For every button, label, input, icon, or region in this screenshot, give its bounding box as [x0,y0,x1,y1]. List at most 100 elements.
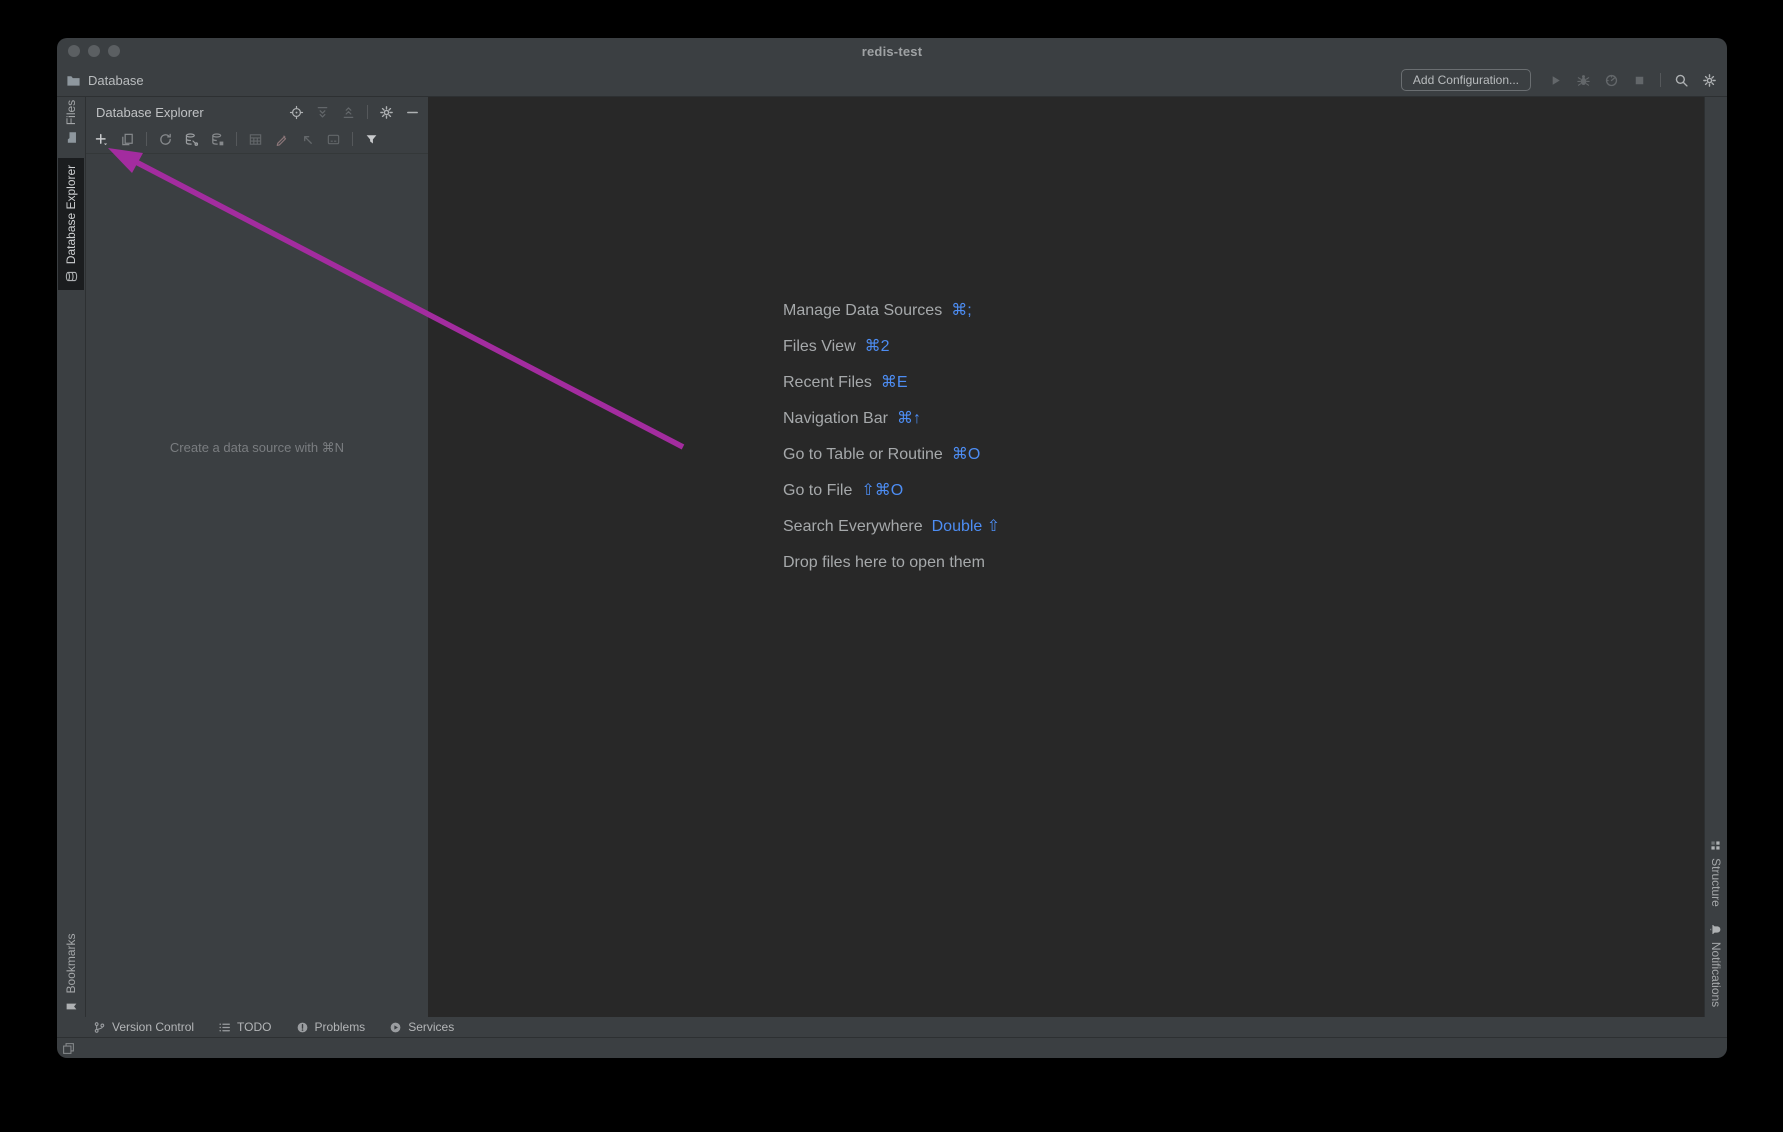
titlebar: redis-test [57,38,1727,64]
toolwindow-button-todo[interactable]: TODO [218,1020,271,1034]
refresh-icon[interactable] [158,132,173,147]
shortcut-hint-row: Navigation Bar ⌘↑ [783,401,1000,437]
breadcrumbs[interactable]: Database [66,73,144,88]
toolwindow-button-problems[interactable]: Problems [296,1020,366,1034]
stripe-tab-label: Bookmarks [64,933,78,993]
structure-icon [1710,839,1723,852]
stripe-tab-bookmarks[interactable]: Bookmarks [58,929,84,1017]
hide-panel-icon[interactable] [405,105,420,120]
toolwindow-button-label: Problems [315,1020,366,1034]
shortcut-label: Manage Data Sources [783,293,942,329]
shortcut-label: Navigation Bar [783,401,888,437]
data-source-properties-icon[interactable] [184,132,199,147]
toolwindow-button-label: Version Control [112,1020,194,1034]
main-area: Files Database Explorer Bookmarks [57,97,1727,1017]
shortcut-label: Go to Table or Routine [783,437,943,473]
shortcut-hints: Manage Data Sources ⌘; Files View ⌘2 Rec… [783,293,1000,581]
run-toolbar: Add Configuration... [1401,69,1717,91]
status-bar [57,1038,1727,1058]
shortcut-keys: ⌘E [881,365,908,401]
stripe-tab-structure[interactable]: Structure [1703,835,1727,911]
services-icon [389,1021,402,1034]
panel-toolbar [86,125,428,154]
shortcut-keys: Double ⇧ [932,509,1001,545]
shortcut-hint-row: Go to File ⇧⌘O [783,473,1000,509]
bottom-toolwindow-bar: Version Control TODO Proble [57,1017,1727,1038]
stripe-tab-label: Database Explorer [64,165,78,264]
shortcut-label: Go to File [783,473,852,509]
shortcut-hint-row: Go to Table or Routine ⌘O [783,437,1000,473]
toolwindow-button-version-control[interactable]: Version Control [93,1020,194,1034]
locate-icon[interactable] [289,105,304,120]
traffic-lights [68,38,120,64]
table-icon[interactable] [248,132,263,147]
console-icon[interactable] [326,132,341,147]
expand-all-icon[interactable] [315,105,330,120]
stripe-tab-database-explorer[interactable]: Database Explorer [58,158,84,290]
profiler-icon[interactable] [1604,73,1619,88]
shortcut-hint-row: Drop files here to open them [783,545,1000,581]
shortcut-keys: ⌘O [952,437,980,473]
toolwindow-button-services[interactable]: Services [389,1020,454,1034]
shortcut-label: Files View [783,329,856,365]
panel-title: Database Explorer [96,105,204,120]
toolbar-separator [146,132,147,146]
toolwindow-switcher-icon[interactable] [62,1042,75,1055]
add-configuration-button[interactable]: Add Configuration... [1401,69,1531,91]
toolbar-separator [236,132,237,146]
minimize-button[interactable] [88,45,100,57]
stripe-tab-label: Structure [1709,858,1723,907]
left-toolwindow-stripe: Files Database Explorer Bookmarks [57,97,86,1017]
empty-data-source-hint: Create a data source with ⌘N [86,440,428,456]
toolwindow-button-label: TODO [237,1020,271,1034]
ide-window: redis-test Database Add Configuration... [57,38,1727,1058]
shortcut-hint-row: Recent Files ⌘E [783,365,1000,401]
problems-icon [296,1021,309,1034]
stripe-tab-files[interactable]: Files [58,93,84,151]
new-data-source-icon[interactable] [94,132,109,147]
close-button[interactable] [68,45,80,57]
bookmark-icon [65,1000,78,1013]
edit-pencil-icon[interactable] [274,132,289,147]
database-explorer-panel: Database Explorer [86,97,428,1017]
stop-icon[interactable] [1632,73,1647,88]
toolbar-separator [1660,73,1661,87]
toolwindow-button-label: Services [408,1020,454,1034]
navigation-bar: Database Add Configuration... [57,64,1727,97]
shortcut-keys: ⌘↑ [897,401,921,437]
panel-header: Database Explorer [86,97,428,125]
todo-list-icon [218,1021,231,1034]
window-title: redis-test [57,44,1727,59]
right-toolwindow-stripe: Structure Notifications [1704,97,1727,1017]
git-branch-icon [93,1021,106,1034]
filter-funnel-icon[interactable] [364,132,379,147]
toolbar-separator [367,105,368,119]
shortcut-hint-row: Search Everywhere Double ⇧ [783,509,1000,545]
search-icon[interactable] [1674,73,1689,88]
shortcut-keys: ⇧⌘O [861,473,903,509]
shortcut-hint-row: Manage Data Sources ⌘; [783,293,1000,329]
bell-icon [1710,923,1723,936]
toolbar-separator [352,132,353,146]
debug-icon[interactable] [1576,73,1591,88]
database-icon [65,270,78,283]
settings-gear-icon[interactable] [1702,73,1717,88]
shortcut-label: Recent Files [783,365,872,401]
stripe-tab-notifications[interactable]: Notifications [1703,913,1727,1017]
shortcut-label: Drop files here to open them [783,545,985,581]
panel-settings-gear-icon[interactable] [379,105,394,120]
jump-to-console-icon[interactable] [300,132,315,147]
dump-data-source-icon[interactable] [210,132,225,147]
run-icon[interactable] [1548,73,1563,88]
panel-body: Create a data source with ⌘N [86,154,428,1017]
stripe-tab-label: Files [64,100,78,125]
breadcrumb-database[interactable]: Database [88,73,144,88]
editor-area: Manage Data Sources ⌘; Files View ⌘2 Rec… [428,97,1704,1017]
duplicate-icon[interactable] [120,132,135,147]
shortcut-keys: ⌘2 [865,329,890,365]
collapse-all-icon[interactable] [341,105,356,120]
shortcut-hint-row: Files View ⌘2 [783,329,1000,365]
maximize-button[interactable] [108,45,120,57]
folder-icon [66,73,81,88]
folder-icon [65,131,78,144]
